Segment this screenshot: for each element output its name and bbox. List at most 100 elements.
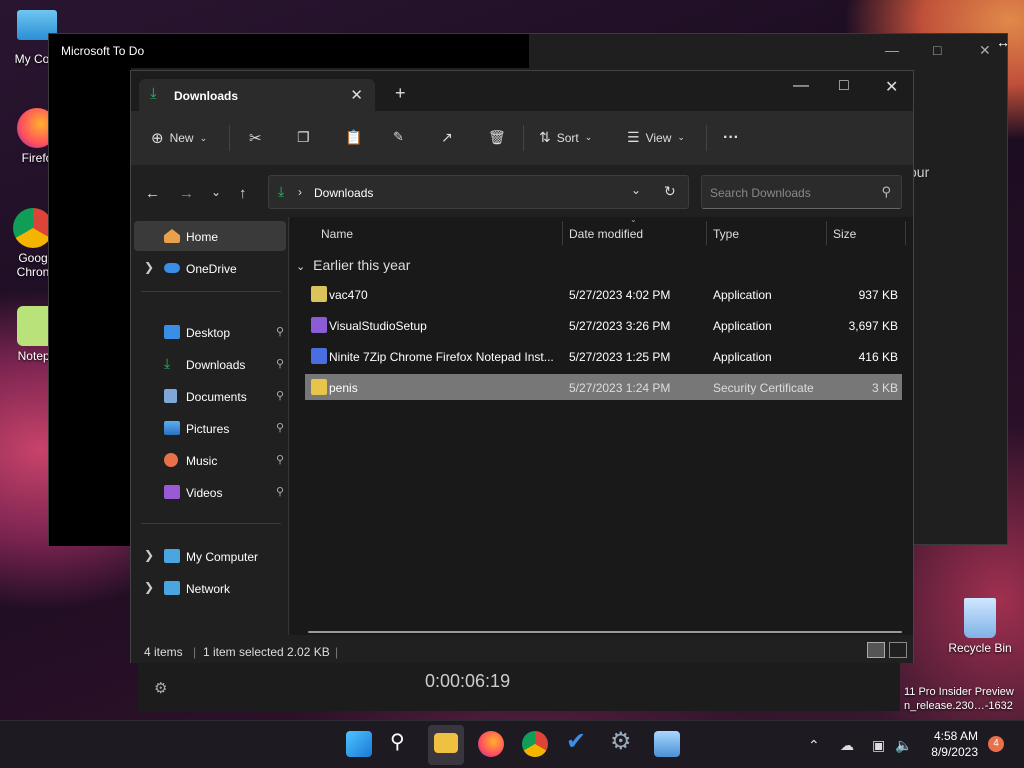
nav-item-onedrive[interactable]: ❯ OneDrive: [134, 253, 286, 283]
minimize-icon[interactable]: —: [793, 77, 809, 95]
file-row[interactable]: vac470 5/27/2023 4:02 PM Application 937 KB: [305, 281, 902, 307]
more-options-button[interactable]: ···: [723, 129, 739, 147]
file-icon: [311, 286, 327, 302]
nav-item-desktop[interactable]: Desktop ⚲: [134, 317, 286, 347]
rename-icon[interactable]: ✎: [393, 129, 404, 145]
speaker-icon[interactable]: 🔈: [895, 737, 912, 754]
column-divider[interactable]: [706, 221, 707, 245]
nav-item-network[interactable]: ❯ Network: [134, 573, 286, 603]
home-icon: [164, 229, 180, 243]
desktop-icon-recycle-bin[interactable]: Recycle Bin: [940, 598, 1020, 655]
watermark-line: n_release.230…-1632: [904, 700, 1013, 712]
breadcrumb[interactable]: Downloads: [314, 186, 373, 200]
settings-gear-icon[interactable]: ⚙: [610, 727, 636, 755]
horizontal-scrollbar[interactable]: [308, 631, 902, 633]
column-divider[interactable]: [562, 221, 563, 245]
computer-icon: [164, 549, 180, 563]
delete-icon[interactable]: 🗑: [488, 129, 506, 146]
cut-icon[interactable]: ✂: [249, 129, 262, 147]
close-tab-icon[interactable]: ✕: [350, 86, 363, 104]
todo-check-icon[interactable]: ✔: [566, 727, 592, 755]
nav-divider: [141, 291, 281, 292]
notification-badge[interactable]: 4: [988, 736, 1004, 752]
forward-arrow-icon[interactable]: →: [179, 185, 194, 202]
minimize-icon[interactable]: —: [885, 42, 899, 58]
file-explorer-window[interactable]: ⤓ Downloads ✕ + — □ ✕ ⊕ New ⌄ ✂ ❐ 📋 ✎ ↗ …: [130, 70, 914, 663]
file-row[interactable]: VisualStudioSetup 5/27/2023 3:26 PM Applic…: [305, 312, 902, 338]
maximize-icon[interactable]: □: [839, 77, 849, 95]
column-divider[interactable]: [826, 221, 827, 245]
tab-label: Downloads: [174, 89, 239, 103]
close-icon[interactable]: ✕: [885, 77, 898, 97]
search-input[interactable]: Search Downloads ⚲: [701, 175, 902, 209]
pin-icon[interactable]: ⚲: [276, 453, 284, 466]
new-button[interactable]: ⊕ New ⌄: [151, 129, 207, 147]
back-arrow-icon[interactable]: ←: [145, 185, 160, 202]
chevron-right-icon[interactable]: ❯: [144, 548, 154, 562]
address-row: ← → ⌄ ↑ ⤓ › Downloads ⌄ ↻ Search Downloa…: [131, 165, 913, 217]
file-row[interactable]: Ninite 7Zip Chrome Firefox Notepad Inst.…: [305, 343, 902, 369]
pin-icon[interactable]: ⚲: [276, 357, 284, 370]
cloud-offline-icon[interactable]: ☁: [840, 737, 854, 754]
pin-icon[interactable]: ⚲: [276, 325, 284, 338]
video-icon: [164, 485, 180, 499]
nav-item-my-computer[interactable]: ❯ My Computer: [134, 541, 286, 571]
column-divider[interactable]: [905, 221, 906, 245]
recent-locations-icon[interactable]: ⌄: [211, 185, 221, 199]
nav-item-documents[interactable]: Documents ⚲: [134, 381, 286, 411]
chevron-right-icon[interactable]: ❯: [144, 580, 154, 594]
group-header[interactable]: ⌄ Earlier this year: [296, 257, 410, 273]
network-icon[interactable]: ▣: [872, 737, 885, 754]
clock[interactable]: 4:58 AM 8/9/2023: [926, 729, 978, 759]
nav-label: OneDrive: [186, 262, 237, 276]
file-row[interactable]: penis 5/27/2023 1:24 PM Security Certifica…: [305, 374, 902, 400]
pin-icon[interactable]: ⚲: [276, 485, 284, 498]
tab-downloads[interactable]: ⤓ Downloads ✕: [139, 79, 375, 111]
nav-label: Network: [186, 582, 231, 596]
chrome-icon[interactable]: [522, 731, 548, 757]
maximize-icon[interactable]: □: [933, 42, 941, 58]
column-header-type[interactable]: Type: [713, 227, 739, 241]
search-icon[interactable]: ⚲: [390, 729, 416, 755]
resize-cursor-icon: ↔: [996, 34, 1010, 50]
picture-icon: [164, 421, 180, 435]
share-icon[interactable]: ↗: [441, 129, 453, 146]
refresh-icon[interactable]: ↻: [664, 183, 676, 200]
windows-start-icon[interactable]: [346, 731, 372, 757]
close-icon[interactable]: ✕: [979, 42, 991, 59]
pin-icon[interactable]: ⚲: [276, 421, 284, 434]
details-view-icon[interactable]: [867, 642, 885, 658]
nav-item-videos[interactable]: Videos ⚲: [134, 477, 286, 507]
task-manager-icon[interactable]: [654, 731, 680, 757]
view-list-icon: ☰: [627, 129, 640, 145]
copy-icon[interactable]: ❐: [297, 129, 310, 146]
chevron-up-icon[interactable]: ⌃: [808, 737, 820, 754]
file-date: 5/27/2023 1:25 PM: [569, 350, 671, 364]
breadcrumb-chevron-icon: ›: [298, 185, 302, 199]
tiles-view-icon[interactable]: [889, 642, 907, 658]
sort-button[interactable]: ⇅ Sort ⌄: [539, 129, 592, 146]
nav-item-home[interactable]: Home: [134, 221, 286, 251]
folder-icon: [434, 733, 458, 753]
new-tab-button[interactable]: +: [395, 83, 406, 104]
file-size: 3 KB: [871, 381, 898, 395]
gear-icon[interactable]: ⚙: [154, 679, 167, 697]
firefox-icon[interactable]: [478, 731, 504, 757]
paste-icon[interactable]: 📋: [345, 129, 362, 146]
view-button[interactable]: ☰ View ⌄: [627, 129, 685, 146]
download-arrow-icon: ⤓: [278, 183, 285, 199]
file-list-pane: Name ⌄ Date modified Type Size ⌄ Earlier…: [290, 215, 913, 635]
pin-icon[interactable]: ⚲: [276, 389, 284, 402]
address-dropdown-icon[interactable]: ⌄: [631, 183, 641, 197]
file-icon: [311, 317, 327, 333]
column-header-date[interactable]: Date modified: [569, 227, 643, 241]
column-header-size[interactable]: Size: [833, 227, 856, 241]
file-date: 5/27/2023 3:26 PM: [569, 319, 671, 333]
column-header-name[interactable]: Name: [321, 227, 353, 241]
nav-item-downloads[interactable]: ⤓ Downloads ⚲: [134, 349, 286, 379]
nav-item-music[interactable]: Music ⚲: [134, 445, 286, 475]
chevron-right-icon[interactable]: ❯: [144, 260, 154, 274]
address-bar[interactable]: ⤓ › Downloads ⌄ ↻: [268, 175, 689, 209]
nav-item-pictures[interactable]: Pictures ⚲: [134, 413, 286, 443]
up-arrow-icon[interactable]: ↑: [239, 185, 247, 202]
